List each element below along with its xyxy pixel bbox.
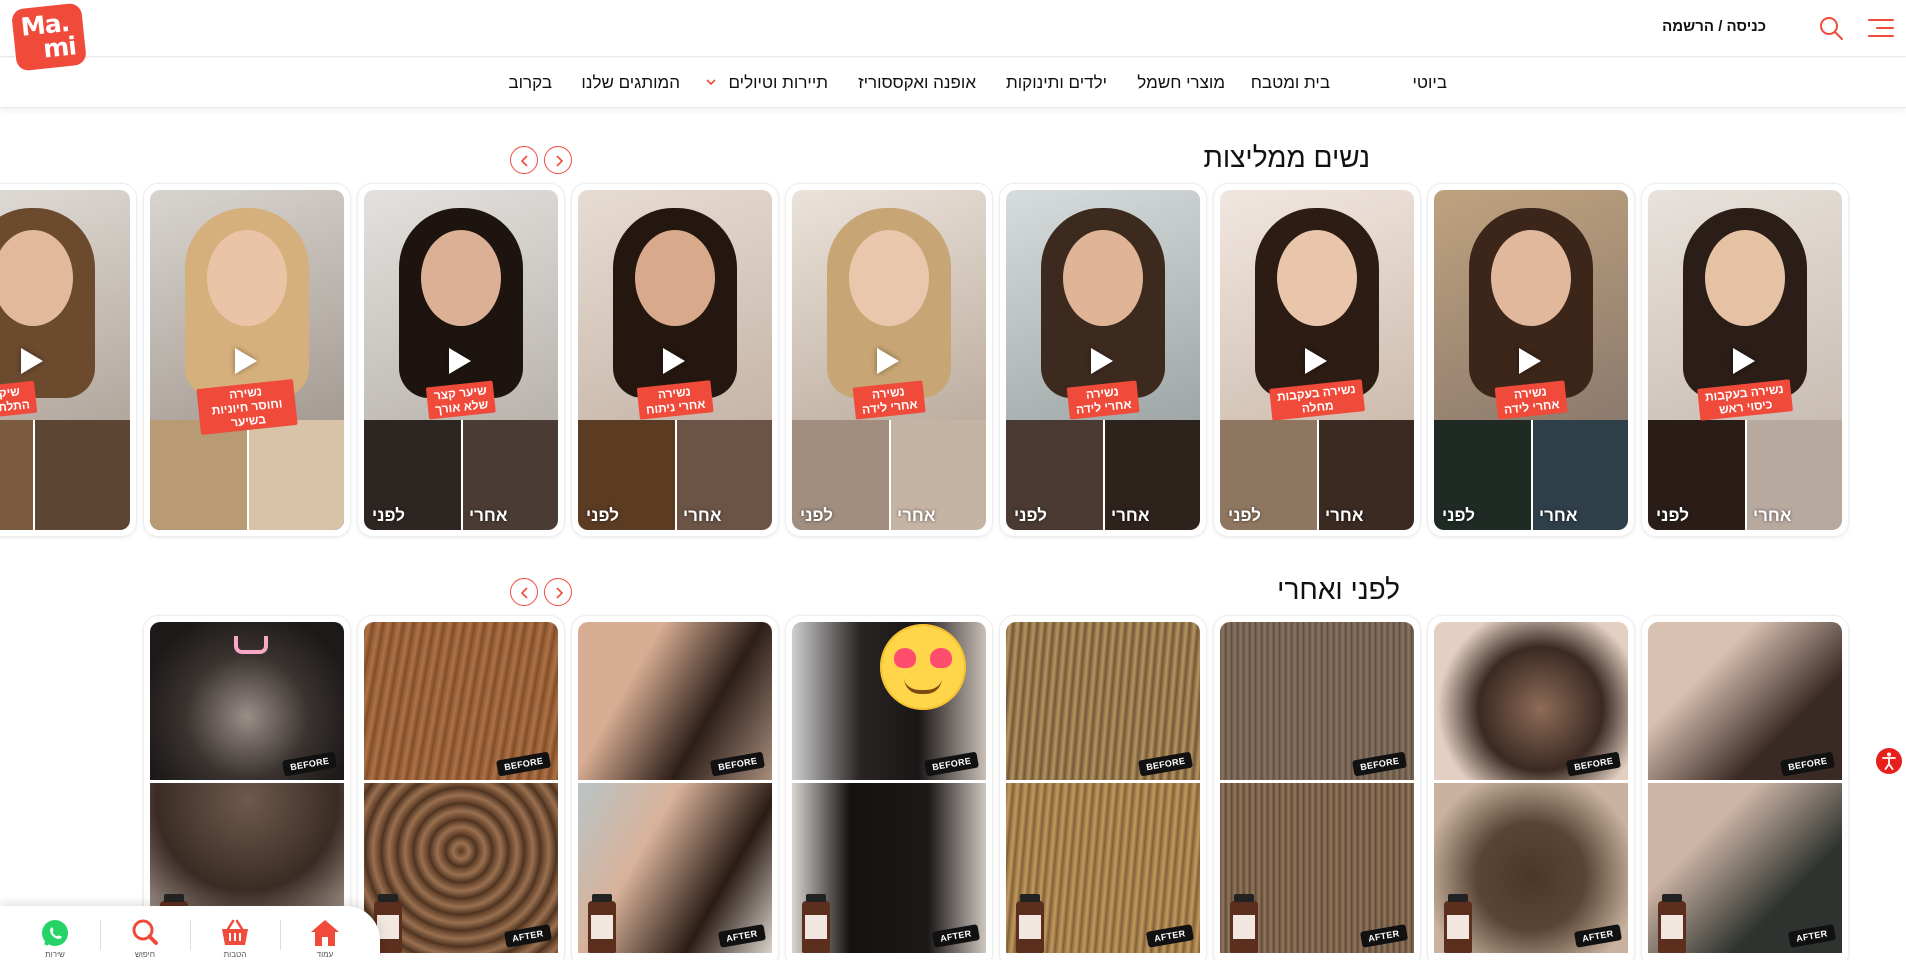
nav-item-our-brands[interactable]: המותגים שלנו	[581, 73, 680, 93]
before-label: לפני	[1228, 506, 1261, 525]
nav-item-electronics[interactable]: מוצרי חשמל	[1137, 73, 1225, 93]
before-after-card[interactable]: BEFORE AFTER	[786, 616, 992, 960]
chevron-left-icon	[520, 155, 528, 167]
before-label: לפני	[1442, 506, 1475, 525]
whatsapp-button[interactable]: שירות	[10, 906, 100, 960]
chevron-down-icon[interactable]	[704, 75, 718, 89]
search-tab-button[interactable]: חיפוש	[100, 906, 190, 960]
after-label: אחרי	[683, 506, 722, 525]
testimonial-video-card[interactable]: נשירה אחרי ניתוח לפני אחרי	[572, 184, 778, 536]
magnifier-icon	[132, 919, 158, 945]
testimonial-video-card[interactable]: שיקום התלתלים	[0, 184, 136, 536]
site-header: Ma. mi כניסה / הרשמה	[0, 0, 1906, 72]
product-bottle	[1444, 894, 1472, 953]
home-icon	[311, 920, 339, 946]
basket-icon	[222, 919, 248, 945]
testimonials-title: נשים ממליצות	[1203, 142, 1370, 173]
before-after-title: לפני ואחרי	[1277, 574, 1400, 605]
before-after-card[interactable]: BEFORE AFTER	[1214, 616, 1420, 960]
after-label: אחרי	[1539, 506, 1578, 525]
play-icon[interactable]	[235, 348, 257, 374]
nav-item-travel[interactable]: תיירות וטיולים	[728, 73, 828, 93]
play-icon[interactable]	[1305, 348, 1327, 374]
testimonial-video-card[interactable]: נשירה אחרי לידה לפני אחרי	[786, 184, 992, 536]
before-after-card[interactable]: BEFORE AFTER	[358, 616, 564, 960]
product-bottle	[802, 894, 830, 953]
nav-item-fashion[interactable]: אופנה ואקססוריז	[858, 73, 976, 93]
product-bottle	[1016, 894, 1044, 953]
login-register-link[interactable]: כניסה / הרשמה	[1662, 18, 1766, 35]
before-after-card[interactable]: BEFORE AFTER	[1642, 616, 1848, 960]
testimonial-video-card[interactable]: נשירה אחרי לידה לפני אחרי	[1428, 184, 1634, 536]
play-icon[interactable]	[877, 348, 899, 374]
bottom-navigation-bar: שירות חיפוש הטבות עמוד	[0, 906, 380, 960]
play-icon[interactable]	[1091, 348, 1113, 374]
before-after-card[interactable]: BEFORE AFTER	[1428, 616, 1634, 960]
before-label: לפני	[586, 506, 619, 525]
accessibility-icon	[1882, 752, 1896, 770]
product-bottle	[588, 894, 616, 953]
search-icon[interactable]	[1818, 15, 1844, 41]
before-label: לפני	[372, 506, 405, 525]
whatsapp-icon	[42, 920, 68, 946]
play-icon[interactable]	[1519, 348, 1541, 374]
heart-eyes-emoji-icon	[880, 624, 966, 710]
before-label: לפני	[1014, 506, 1047, 525]
play-icon[interactable]	[663, 348, 685, 374]
logo-text-line2: mi	[41, 31, 78, 64]
product-bottle	[1230, 894, 1258, 953]
after-label: אחרי	[897, 506, 936, 525]
nav-item-kids-babies[interactable]: ילדים ותינוקות	[1006, 73, 1107, 93]
before-label: לפני	[800, 506, 833, 525]
play-icon[interactable]	[449, 348, 471, 374]
mami-logo[interactable]: Ma. mi	[10, 2, 88, 72]
after-label: אחרי	[1753, 506, 1792, 525]
category-nav: ביוטי בית ומטבח מוצרי חשמל ילדים ותינוקו…	[0, 58, 1906, 108]
before-label: לפני	[1656, 506, 1689, 525]
carousel-next-button[interactable]	[544, 146, 572, 174]
after-label: אחרי	[469, 506, 508, 525]
after-label: אחרי	[1325, 506, 1364, 525]
testimonial-video-card[interactable]: שיער קצר שלא אורך לפני אחרי	[358, 184, 564, 536]
before-after-card[interactable]: BEFORE AFTER	[572, 616, 778, 960]
deals-tab-button[interactable]: הטבות	[190, 906, 280, 960]
carousel-prev-button[interactable]	[510, 146, 538, 174]
testimonial-video-card[interactable]: נשירה וחוסר חיוניות בשיער	[144, 184, 350, 536]
before-after-card[interactable]: BEFORE AFTER	[1000, 616, 1206, 960]
carousel-prev-button[interactable]	[510, 578, 538, 606]
testimonial-video-card[interactable]: נשירה בעקבות מחלה לפני אחרי	[1214, 184, 1420, 536]
deals-tab-label: הטבות	[223, 950, 247, 959]
testimonial-video-card[interactable]: נשירה בעקבות כיסוי ראש לפני אחרי	[1642, 184, 1848, 536]
chevron-right-icon	[556, 155, 564, 167]
nav-item-home-kitchen[interactable]: בית ומטבח	[1251, 73, 1330, 93]
search-tab-label: חיפוש	[135, 950, 155, 959]
carousel-next-button[interactable]	[544, 578, 572, 606]
chevron-left-icon	[520, 587, 528, 599]
whatsapp-label: שירות	[45, 950, 65, 959]
nav-item-beauty[interactable]: ביוטי	[1412, 73, 1447, 93]
after-label: אחרי	[1111, 506, 1150, 525]
play-icon[interactable]	[21, 348, 43, 374]
chevron-right-icon	[556, 587, 564, 599]
nav-item-coming-soon[interactable]: בקרוב	[508, 73, 552, 93]
menu-icon[interactable]	[1868, 17, 1894, 39]
hair-clip	[234, 636, 268, 654]
play-icon[interactable]	[1733, 348, 1755, 374]
accessibility-button[interactable]	[1876, 748, 1902, 774]
testimonial-video-card[interactable]: נשירה אחרי לידה לפני אחרי	[1000, 184, 1206, 536]
home-tab-button[interactable]: עמוד	[280, 906, 370, 960]
home-tab-label: עמוד	[316, 950, 334, 959]
product-bottle	[1658, 894, 1686, 953]
